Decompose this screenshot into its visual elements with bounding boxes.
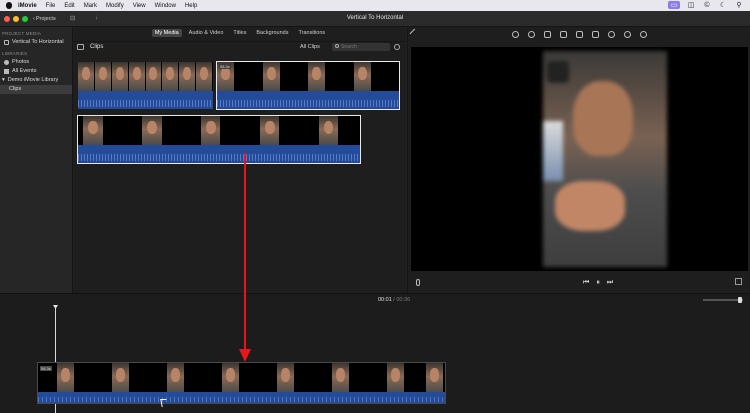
zoom-slider-track[interactable] [703, 299, 743, 301]
zoom-slider-knob[interactable] [738, 297, 742, 303]
sidebar-toggle-icon[interactable] [77, 44, 84, 50]
time-separator: / [393, 297, 395, 303]
fullscreen-icon[interactable] [735, 278, 742, 285]
tab-transitions[interactable]: Transitions [295, 29, 328, 37]
sidebar-item-label: Clips [9, 86, 22, 92]
clip-thumbnail[interactable] [78, 62, 213, 109]
window-title-bar: ‹ Projects ⊟ ↓ Vertical To Horizontal [0, 11, 750, 27]
browser-tabs: My Media Audio & Video Titles Background… [74, 27, 406, 39]
menu-file[interactable]: File [46, 3, 56, 9]
tab-my-media[interactable]: My Media [151, 29, 182, 37]
sidebar-item-label: Vertical To Horizontal [12, 39, 64, 45]
skip-forward-icon[interactable]: ⏭ [607, 279, 613, 287]
menu-bar: iMovie File Edit Mark Modify View Window… [0, 0, 750, 11]
moon-icon[interactable]: ☾ [718, 1, 728, 9]
spotlight-search-icon[interactable]: ⚲ [734, 1, 744, 9]
menu-edit[interactable]: Edit [64, 3, 74, 9]
total-time: 00:36 [396, 297, 411, 303]
video-preview: ⏮ ⏸ ⏭ [411, 47, 748, 293]
playback-bar: ⏮ ⏸ ⏭ [411, 273, 748, 293]
film-icon [4, 40, 9, 45]
current-time: 00:01 [378, 297, 392, 303]
clip-thumbnail-selected[interactable]: 58.3s [216, 61, 400, 110]
menu-view[interactable]: View [133, 3, 146, 9]
tab-backgrounds[interactable]: Backgrounds [253, 29, 291, 37]
timeline-clip[interactable]: 58.3s [37, 362, 446, 404]
noise-reduction-icon[interactable] [592, 30, 599, 38]
browser-filter-bar: Clips All Clips [74, 41, 406, 52]
sidebar-item-project[interactable]: Vertical To Horizontal [0, 38, 72, 47]
menu-app-name[interactable]: iMovie [18, 3, 37, 9]
menu-mark[interactable]: Mark [84, 3, 97, 9]
sidebar-item-label: All Events [12, 68, 37, 74]
menu-window[interactable]: Window [155, 3, 176, 9]
tab-audio-video[interactable]: Audio & Video [186, 29, 227, 37]
project-media-header: PROJECT MEDIA [2, 31, 42, 36]
pause-icon[interactable]: ⏸ [596, 279, 600, 287]
search-input[interactable] [332, 43, 390, 51]
sidebar-item-clips[interactable]: Clips [0, 85, 72, 94]
all-clips-dropdown[interactable]: All Clips [300, 44, 320, 50]
timeline-clip-duration: 58.3s [40, 366, 52, 371]
search-icon [335, 44, 339, 48]
sidebar-item-label: Photos [12, 59, 30, 65]
volume-icon[interactable] [576, 30, 583, 38]
sidebar-item-label: Demo iMovie Library [7, 77, 59, 83]
filter-icon[interactable] [624, 30, 631, 38]
microphone-icon[interactable] [416, 279, 420, 286]
stabilization-icon[interactable] [560, 30, 567, 38]
menu-help[interactable]: Help [185, 3, 197, 9]
disclosure-triangle-icon[interactable]: ▾ [2, 76, 5, 85]
viewer-panel: ⏮ ⏸ ⏭ [407, 27, 750, 293]
skip-back-icon[interactable]: ⏮ [583, 279, 589, 287]
copyright-icon[interactable]: © [702, 1, 712, 9]
video-subject-image [543, 51, 667, 267]
apple-menu-icon[interactable] [6, 2, 12, 9]
menu-modify[interactable]: Modify [106, 3, 124, 9]
media-browser: My Media Audio & Video Titles Background… [74, 27, 406, 293]
mouse-cursor-icon [160, 399, 168, 407]
adjustment-toolbar [408, 27, 750, 41]
timecode: 00:01 / 00:36 [378, 297, 410, 303]
libraries-sidebar: PROJECT MEDIA Vertical To Horizontal LIB… [0, 27, 73, 293]
sidebar-item-all-events[interactable]: All Events [0, 67, 72, 76]
star-icon [4, 69, 9, 74]
libraries-header: LIBRARIES [2, 51, 28, 56]
window-title: Vertical To Horizontal [346, 15, 404, 21]
info-icon[interactable] [640, 30, 647, 38]
clip-thumbnail-selected[interactable] [77, 115, 361, 164]
speed-icon[interactable] [608, 30, 615, 38]
tab-titles[interactable]: Titles [230, 29, 249, 37]
crop-icon[interactable] [544, 30, 551, 38]
sidebar-item-demo-library[interactable]: ▾ Demo iMovie Library [0, 76, 72, 85]
screen-share-icon[interactable]: ▭ [668, 1, 680, 9]
camera-icon[interactable]: ◫ [686, 1, 696, 9]
sidebar-item-photos[interactable]: Photos [0, 58, 72, 67]
browser-section-title: Clips [90, 44, 104, 50]
video-frame [411, 47, 748, 271]
timeline: 00:01 / 00:36 58.3s [0, 293, 750, 413]
gear-icon[interactable] [394, 44, 400, 50]
clip-duration-label: 58.3s [219, 64, 231, 69]
color-balance-icon[interactable] [512, 30, 519, 38]
color-correction-icon[interactable] [528, 30, 535, 38]
photos-icon [4, 60, 9, 65]
annotation-arrow-line [244, 153, 246, 351]
